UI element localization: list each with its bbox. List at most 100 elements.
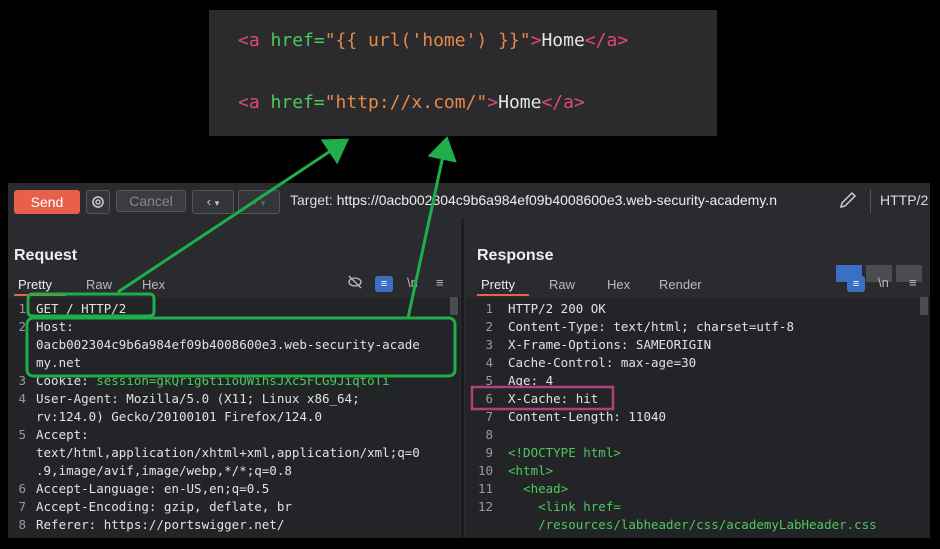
request-line: Referer: https://portswigger.net/ xyxy=(36,517,285,532)
line-number: 6 xyxy=(18,481,26,496)
request-line: 0acb002304c9b6a984ef09b4008600e3.web-sec… xyxy=(36,337,420,352)
snippet-tag-end: </a> xyxy=(584,30,629,51)
line-number: 10 xyxy=(477,463,493,478)
snippet-tag-open: <a xyxy=(238,30,271,51)
pane-splitter[interactable] xyxy=(461,219,464,538)
scrollbar[interactable] xyxy=(920,297,928,315)
repeater-window: Send Cancel ‹ ▾ › ▾ Target: https://0acb… xyxy=(8,183,930,538)
response-line: <!DOCTYPE html> xyxy=(508,445,621,460)
wrap-lines-icon[interactable]: ≡ xyxy=(847,276,865,292)
snippet-tag-close: > xyxy=(530,30,542,51)
cookie-value: session=gkQrig6tiioUWihsJXc5FCG9JiqtoTi xyxy=(96,373,390,388)
target-url-text: https://0acb002304c9b6a984ef09b4008600e3… xyxy=(336,192,777,208)
request-line: User-Agent: Mozilla/5.0 (X11; Linux x86_… xyxy=(36,391,360,406)
response-editor[interactable]: 1 HTTP/2 200 OK 2 Content-Type: text/htm… xyxy=(465,297,930,538)
snippet-value: "{{ url('home') }}" xyxy=(324,30,531,51)
response-line: <link href= xyxy=(508,499,621,514)
response-line: /resources/labheader/css/academyLabHeade… xyxy=(508,517,877,532)
line-number: 7 xyxy=(485,409,493,424)
line-number: 4 xyxy=(18,391,26,406)
line-number: 7 xyxy=(18,499,26,514)
snippet-attr: href= xyxy=(270,92,325,113)
request-line: Accept-Encoding: gzip, deflate, br xyxy=(36,499,292,514)
tab-raw[interactable]: Raw xyxy=(549,277,575,292)
target-url[interactable]: Target: https://0acb002304c9b6a984ef09b4… xyxy=(290,192,777,208)
response-pane: Response Pretty Raw Hex Render ≡ \n ≡ 1 … xyxy=(465,219,930,538)
menu-icon[interactable]: ≡ xyxy=(436,275,444,290)
forward-chevron-icon[interactable]: › ▾ xyxy=(238,190,280,214)
active-tab-underline xyxy=(14,294,66,296)
request-line: .9,image/avif,image/webp,*/*;q=0.8 xyxy=(36,463,292,478)
target-label: Target: xyxy=(290,192,337,208)
tab-pretty[interactable]: Pretty xyxy=(18,277,52,292)
snippet-attr: href= xyxy=(270,30,325,51)
response-line: X-Frame-Options: SAMEORIGIN xyxy=(508,337,712,352)
snippet-text: Home xyxy=(498,92,542,113)
line-number: 1 xyxy=(485,301,493,316)
snippet-tag-open: <a xyxy=(238,92,271,113)
newline-icon[interactable]: \n xyxy=(407,275,418,290)
cancel-button[interactable]: Cancel xyxy=(116,190,186,212)
tab-hex[interactable]: Hex xyxy=(607,277,630,292)
request-line: Accept-Language: en-US,en;q=0.5 xyxy=(36,481,270,496)
response-line-xcache: X-Cache: hit xyxy=(508,391,599,406)
request-line-cookie: Cookie: session=gkQrig6tiioUWihsJXc5FCG9… xyxy=(36,373,390,388)
response-title: Response xyxy=(477,247,554,264)
toolbar-divider xyxy=(870,189,871,213)
newline-icon[interactable]: \n xyxy=(878,275,889,290)
line-number: 11 xyxy=(477,481,493,496)
line-number: 12 xyxy=(477,499,493,514)
snippet-line-1: <a href="{{ url('home') }}">Home</a> xyxy=(238,30,628,51)
request-line: rv:124.0) Gecko/20100101 Firefox/124.0 xyxy=(36,409,322,424)
menu-icon[interactable]: ≡ xyxy=(909,275,917,290)
line-number: 9 xyxy=(485,445,493,460)
request-title: Request xyxy=(14,247,78,264)
toolbar: Send Cancel ‹ ▾ › ▾ Target: https://0acb… xyxy=(8,183,930,219)
tab-render[interactable]: Render xyxy=(659,277,702,292)
back-chevron-icon[interactable]: ‹ ▾ xyxy=(192,190,234,214)
line-number: 5 xyxy=(18,427,26,442)
line-number: 3 xyxy=(18,373,26,388)
settings-gear-icon[interactable] xyxy=(86,190,110,214)
line-number: 2 xyxy=(18,319,26,334)
line-number: 8 xyxy=(485,427,493,442)
line-number: 5 xyxy=(485,373,493,388)
hide-eye-icon[interactable] xyxy=(347,275,363,292)
wrap-lines-icon[interactable]: ≡ xyxy=(375,276,393,292)
request-line: GET / HTTP/2 xyxy=(36,301,127,316)
request-editor[interactable]: 1 GET / HTTP/2 2 Host: 0acb002304c9b6a98… xyxy=(8,297,460,538)
request-line: my.net xyxy=(36,355,82,370)
response-line: <head> xyxy=(508,481,569,496)
request-line: text/html,application/xhtml+xml,applicat… xyxy=(36,445,420,460)
line-number: 2 xyxy=(485,319,493,334)
request-line: Accept: xyxy=(36,427,89,442)
snippet-tag-close: > xyxy=(487,92,499,113)
cookie-key: Cookie: xyxy=(36,373,97,388)
code-snippet-panel: <a href="{{ url('home') }}">Home</a> <a … xyxy=(209,10,717,136)
request-tabs: Pretty Raw Hex ≡ \n ≡ xyxy=(8,273,460,296)
snippet-line-2: <a href="http://x.com/">Home</a> xyxy=(238,92,585,113)
line-number: 8 xyxy=(18,517,26,532)
edit-pencil-icon[interactable] xyxy=(838,190,858,215)
tab-pretty[interactable]: Pretty xyxy=(481,277,515,292)
response-tabs: Pretty Raw Hex Render ≡ \n ≡ xyxy=(465,273,930,296)
snippet-tag-end: </a> xyxy=(541,92,585,113)
request-pane: Request Pretty Raw Hex ≡ \n ≡ 1 GET / HT… xyxy=(8,219,460,538)
line-number: 1 xyxy=(18,301,26,316)
send-button[interactable]: Send xyxy=(14,190,80,214)
response-line: HTTP/2 200 OK xyxy=(508,301,606,316)
response-line: <html> xyxy=(508,463,554,478)
response-line: Content-Length: 11040 xyxy=(508,409,667,424)
request-line: Host: xyxy=(36,319,74,334)
snippet-value: "http://x.com/" xyxy=(324,92,488,113)
line-number: 3 xyxy=(485,337,493,352)
line-number: 6 xyxy=(485,391,493,406)
snippet-text: Home xyxy=(541,30,585,51)
scrollbar[interactable] xyxy=(450,297,458,315)
response-line: Age: 4 xyxy=(508,373,554,388)
response-line: Cache-Control: max-age=30 xyxy=(508,355,697,370)
tab-raw[interactable]: Raw xyxy=(86,277,112,292)
active-tab-underline xyxy=(477,294,529,296)
protocol-label[interactable]: HTTP/2 xyxy=(880,192,928,208)
tab-hex[interactable]: Hex xyxy=(142,277,165,292)
